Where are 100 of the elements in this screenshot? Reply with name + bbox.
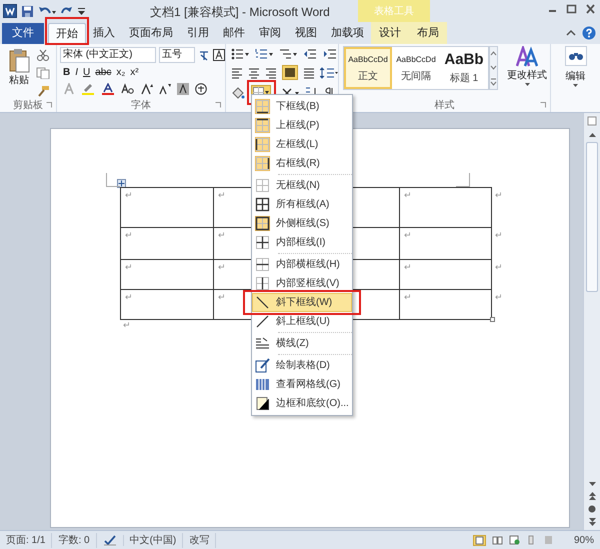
format-painter-icon[interactable] [36, 85, 50, 97]
menu-item[interactable]: 外侧框线(S) [252, 214, 352, 233]
close-icon[interactable] [585, 4, 596, 14]
line-spacing-icon[interactable] [320, 66, 338, 78]
increase-indent-icon[interactable] [323, 48, 337, 60]
style-gallery-item[interactable]: AaBb 标题 1 [440, 47, 488, 89]
editing-button[interactable]: 编辑 [564, 46, 586, 87]
highlight-color-icon[interactable] [81, 83, 95, 95]
menu-item[interactable]: 斜下框线(W) [252, 293, 352, 312]
bullets-icon[interactable] [231, 48, 249, 60]
ribbon-tab[interactable]: 引用 [180, 23, 216, 44]
menu-item[interactable]: 斜上框线(U) [252, 312, 352, 331]
paste-button[interactable]: 粘贴 [4, 47, 34, 97]
font-name-field[interactable]: 宋体 (中文正文) [60, 47, 156, 63]
ribbon-tab[interactable]: 视图 [288, 23, 324, 44]
scroll-down-icon [588, 481, 596, 487]
enclose-characters-icon[interactable] [195, 83, 207, 95]
ribbon-tab[interactable]: 插入 [86, 23, 122, 44]
help-icon[interactable] [582, 26, 596, 40]
ribbon-tab[interactable]: 设计 [371, 22, 409, 44]
align-left-icon[interactable] [231, 66, 243, 78]
justify-icon[interactable] [282, 65, 298, 80]
character-shading-icon[interactable] [177, 83, 189, 95]
scroll-thumb[interactable] [586, 142, 598, 292]
ribbon-tab[interactable]: 开始 [48, 23, 86, 44]
web-layout-icon[interactable] [508, 535, 520, 545]
ribbon-tab[interactable]: 审阅 [252, 23, 288, 44]
numbering-icon[interactable] [255, 48, 273, 60]
border-option-icon [255, 137, 270, 152]
decrease-indent-icon[interactable] [303, 48, 317, 60]
paragraph-mark: ↵ [125, 230, 133, 240]
maximize-icon[interactable] [566, 4, 577, 14]
grow-font-icon[interactable] [141, 83, 153, 95]
menu-item[interactable]: 所有框线(A) [252, 195, 352, 214]
ribbon-tab[interactable]: 邮件 [216, 23, 252, 44]
proofing-check-icon[interactable] [102, 534, 117, 546]
font-color-icon[interactable] [101, 83, 115, 95]
copy-icon[interactable] [36, 67, 50, 79]
menu-item[interactable]: 查看网格线(G) [252, 375, 352, 394]
menu-item[interactable]: 横线(Z) [252, 334, 352, 353]
border-option-icon [255, 314, 270, 329]
status-item[interactable]: 中文(中国) [124, 532, 184, 548]
reading-layout-icon[interactable] [492, 535, 503, 545]
row-end-mark: ↵ [495, 261, 503, 274]
menu-item[interactable]: 内部横框线(H) [252, 255, 352, 274]
status-item[interactable]: 页面: 1/1 [0, 532, 52, 548]
ribbon-tab[interactable]: 页面布局 [122, 23, 180, 44]
dialog-launcher-icon[interactable] [46, 102, 52, 108]
gallery-scroll-icon[interactable] [489, 46, 498, 90]
format-button[interactable]: B [63, 66, 70, 80]
status-item[interactable]: 改写 [183, 532, 216, 548]
dialog-launcher-icon[interactable] [215, 102, 221, 108]
shading-icon[interactable] [231, 86, 245, 98]
phonetic-guide-icon[interactable] [198, 49, 210, 61]
zoom-level[interactable]: 90% [574, 532, 594, 548]
border-option-icon [255, 99, 270, 114]
multilevel-list-icon[interactable] [279, 48, 297, 60]
context-tab-group-header: 表格工具 [358, 0, 430, 22]
align-center-icon[interactable] [248, 66, 260, 78]
shrink-font-icon[interactable] [159, 83, 171, 95]
change-styles-button[interactable]: 更改样式 [504, 46, 550, 86]
border-option-icon [255, 276, 270, 291]
menu-item[interactable]: 左框线(L) [252, 135, 352, 154]
format-button[interactable]: I [75, 66, 78, 80]
style-sample: AaBbCcDd [348, 54, 388, 66]
menu-item[interactable]: 下框线(B) [252, 97, 352, 116]
menu-item[interactable]: 边框和底纹(O)... [252, 394, 352, 413]
style-gallery-item[interactable]: AaBbCcDd 无间隔 [392, 47, 440, 89]
next-page-icon [588, 518, 596, 526]
menu-item[interactable]: 右框线(R) [252, 154, 352, 173]
format-button[interactable]: x₂ [116, 66, 126, 80]
distributed-icon[interactable] [303, 66, 315, 78]
file-tab[interactable]: 文件 [2, 23, 44, 44]
align-right-icon[interactable] [265, 66, 277, 78]
menu-item[interactable]: 内部框线(I) [252, 233, 352, 252]
menu-item[interactable]: 无框线(N) [252, 176, 352, 195]
menu-item[interactable]: 内部竖框线(V) [252, 274, 352, 293]
status-item[interactable]: 字数: 0 [52, 532, 97, 548]
character-border-icon[interactable] [213, 49, 225, 61]
font-size-field[interactable]: 五号 [159, 47, 195, 63]
format-button[interactable]: U [83, 66, 90, 80]
vertical-scrollbar[interactable] [583, 113, 600, 530]
change-case-icon[interactable] [121, 83, 135, 95]
menu-item[interactable]: 上框线(P) [252, 116, 352, 135]
menu-item[interactable]: 绘制表格(D) [252, 356, 352, 375]
cut-icon[interactable] [36, 49, 50, 61]
format-button[interactable]: x² [130, 66, 139, 80]
print-layout-icon[interactable] [472, 534, 486, 546]
dialog-launcher-icon[interactable] [540, 102, 546, 108]
window-title: 文档1 [兼容模式] - Microsoft Word [150, 4, 330, 21]
word-logo-icon[interactable] [3, 4, 17, 18]
table-resize-handle-icon [490, 317, 495, 322]
format-button[interactable]: abc [95, 66, 112, 80]
previous-page-icon [588, 492, 596, 500]
ribbon-tab[interactable]: 布局 [409, 22, 447, 44]
collapse-ribbon-icon[interactable] [566, 28, 576, 38]
ribbon-tab[interactable]: 加载项 [324, 23, 371, 44]
save-icon[interactable] [21, 4, 34, 18]
clipboard-icon [8, 47, 30, 73]
style-gallery-item[interactable]: AaBbCcDd 正文 [344, 47, 392, 89]
